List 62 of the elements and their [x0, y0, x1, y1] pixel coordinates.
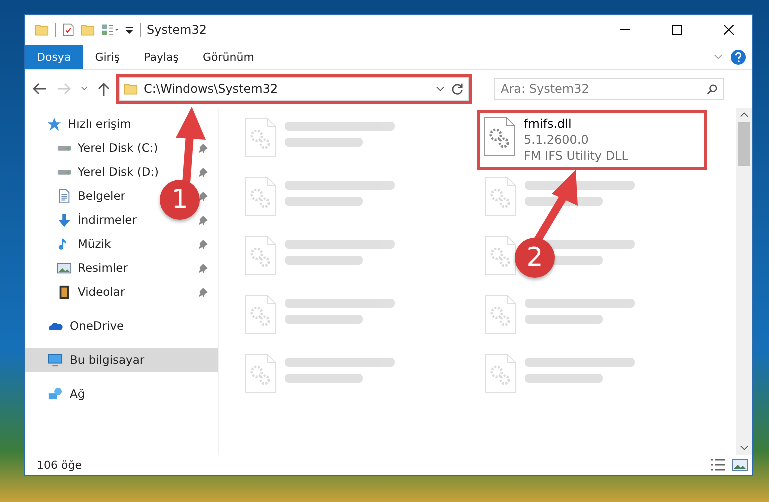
sidebar-item[interactable]: Bu bilgisayar [25, 348, 218, 372]
minimize-icon [620, 29, 630, 31]
search-icon [707, 84, 718, 95]
window-title: System32 [147, 23, 208, 37]
monitor-icon [47, 352, 64, 368]
file-item[interactable]: fmifs.dll 5.1.2600.0 FM IFS Utility DLL [480, 113, 632, 167]
star-icon [47, 116, 62, 132]
chevron-down-icon[interactable] [436, 86, 445, 92]
large-icons-view-icon[interactable] [732, 459, 748, 471]
ribbon-tab[interactable]: Paylaş [132, 45, 191, 69]
sidebar-item[interactable]: Yerel Disk (C:) [25, 136, 218, 160]
view-icon[interactable] [101, 23, 119, 37]
refresh-icon[interactable] [451, 82, 464, 96]
ribbon-tab[interactable]: Giriş [83, 45, 132, 69]
dll-file-icon [245, 177, 277, 217]
drive-icon [57, 144, 72, 152]
properties-icon[interactable] [62, 23, 75, 37]
network-icon [47, 386, 64, 402]
picture-icon [57, 260, 72, 276]
dll-file-icon [485, 236, 517, 276]
help-icon[interactable] [731, 50, 746, 64]
down-arrow-icon [57, 212, 72, 228]
document-icon [57, 188, 72, 204]
dll-file-icon [484, 117, 516, 157]
address-bar[interactable]: C:\Windows\System32 [119, 77, 469, 101]
dll-file-icon [245, 295, 277, 335]
dll-file-icon [245, 118, 277, 158]
scrollbar-thumb[interactable] [738, 122, 750, 166]
address-path: C:\Windows\System32 [144, 82, 280, 96]
drive-icon [57, 168, 72, 176]
scroll-down-icon[interactable] [740, 445, 748, 451]
customize-dropdown-icon[interactable] [125, 26, 134, 34]
dll-file-icon [245, 236, 277, 276]
scrollbar[interactable] [736, 108, 752, 455]
dll-file-icon [485, 354, 517, 394]
ribbon-tab[interactable]: Görünüm [191, 45, 266, 69]
recent-locations-button[interactable] [81, 86, 88, 92]
folder-icon [35, 23, 49, 37]
file-version: 5.1.2600.0 [524, 133, 590, 147]
scroll-up-icon[interactable] [740, 112, 748, 118]
film-icon [57, 284, 72, 300]
up-button[interactable] [98, 82, 110, 96]
item-count: 106 öğe [37, 458, 82, 472]
sidebar-item[interactable]: Resimler [25, 256, 218, 280]
search-field[interactable]: Ara: System32 [494, 78, 724, 100]
dll-file-icon [485, 295, 517, 335]
back-button[interactable] [33, 83, 47, 95]
sidebar-item[interactable]: OneDrive [25, 314, 218, 338]
close-icon [724, 25, 734, 35]
dll-file-icon [485, 177, 517, 217]
sidebar-item[interactable]: Hızlı erişim [25, 112, 218, 136]
details-view-icon[interactable] [710, 459, 726, 471]
file-description: FM IFS Utility DLL [524, 149, 628, 163]
new-folder-icon [81, 23, 95, 37]
file-name: fmifs.dll [524, 117, 573, 131]
maximize-icon [672, 25, 682, 35]
folder-icon [124, 82, 138, 96]
sidebar-item[interactable]: Ağ [25, 382, 218, 406]
sidebar-item[interactable]: Müzik [25, 232, 218, 256]
dll-file-icon [245, 354, 277, 394]
ribbon-tab[interactable]: Dosya [25, 45, 84, 69]
sidebar-item[interactable]: Videolar [25, 280, 218, 304]
